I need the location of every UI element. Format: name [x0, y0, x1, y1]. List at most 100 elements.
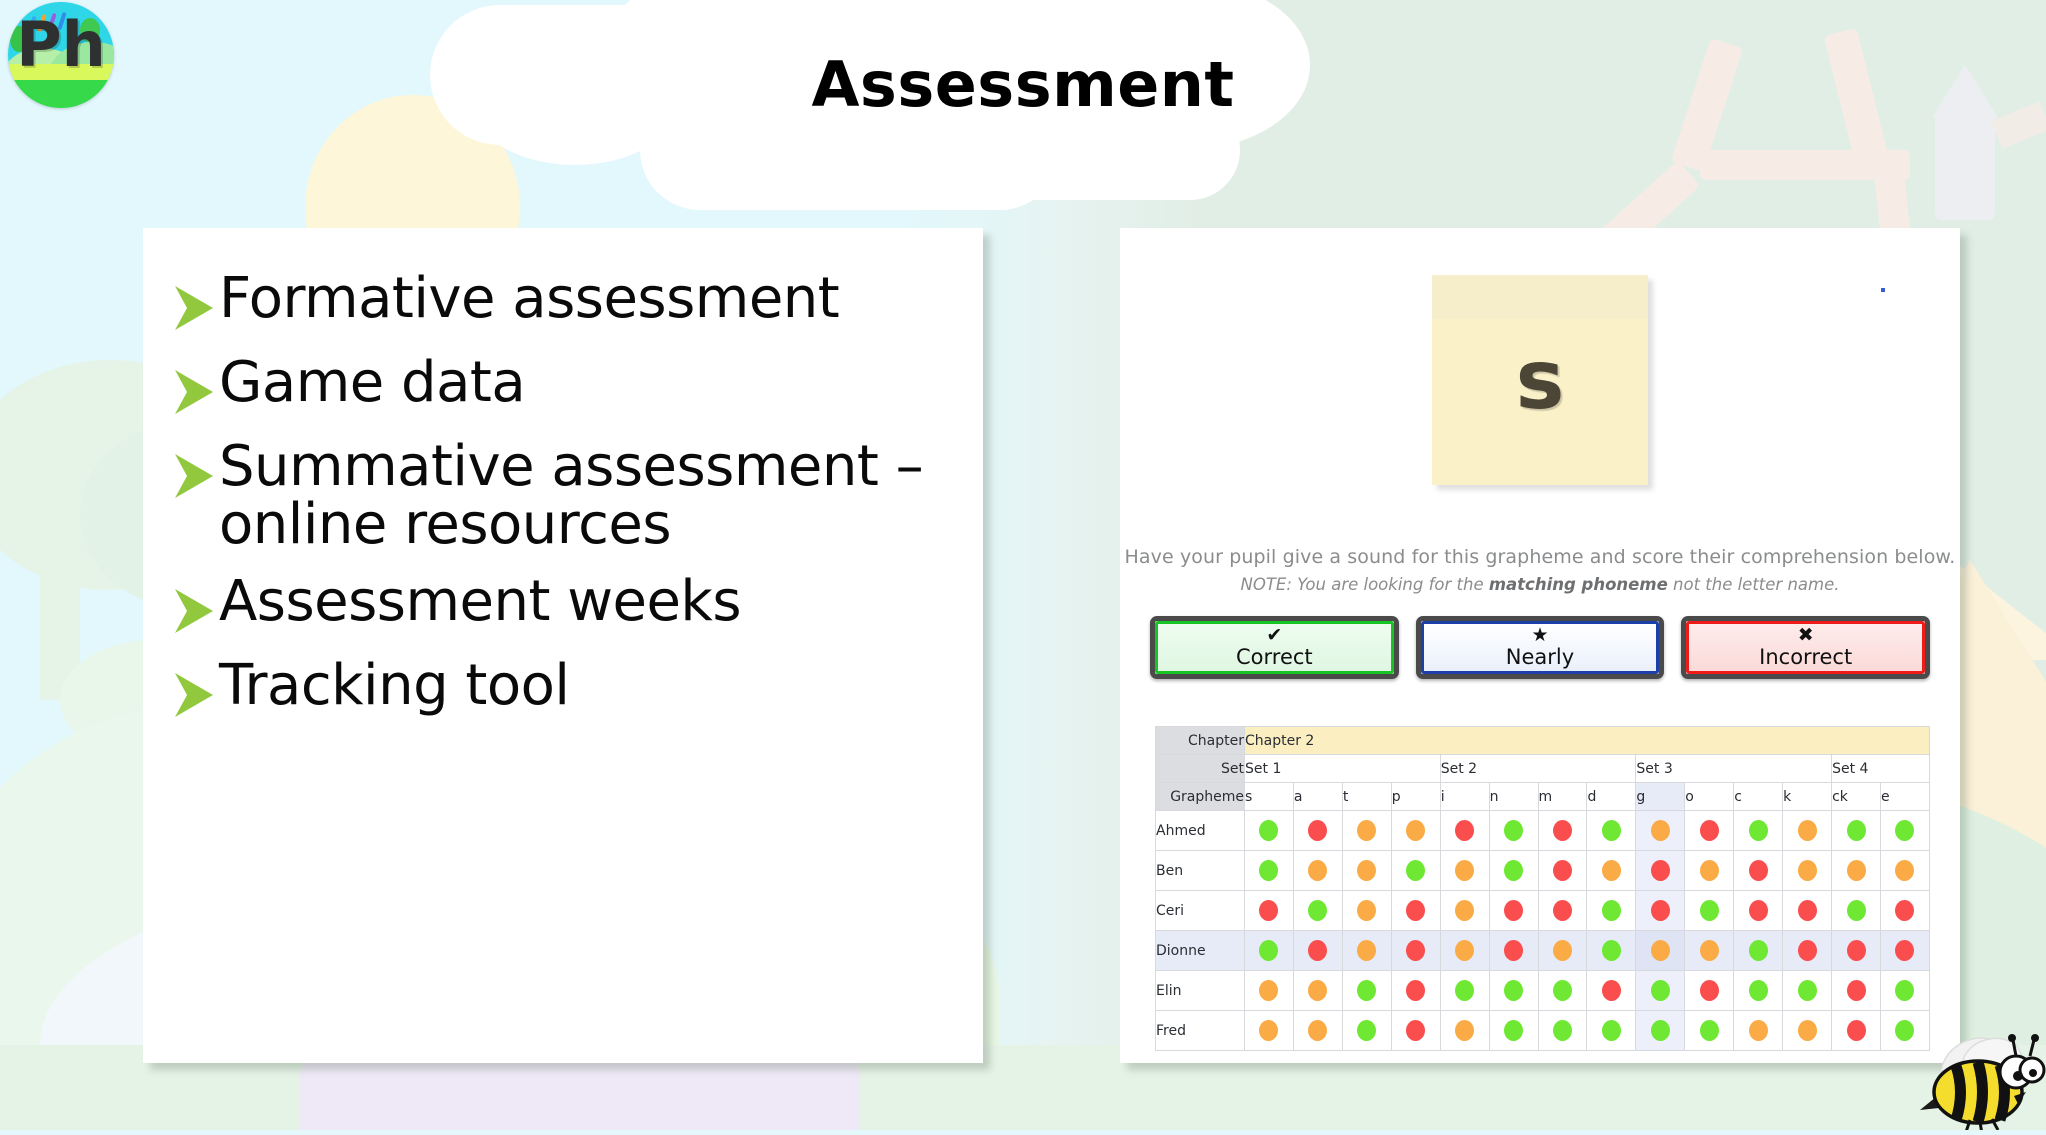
score-cell[interactable]	[1244, 930, 1294, 971]
table-row[interactable]: Dionne	[1155, 930, 1931, 971]
score-cell[interactable]	[1439, 930, 1490, 971]
score-cell[interactable]	[1292, 810, 1343, 851]
score-cell[interactable]	[1244, 1010, 1294, 1051]
score-cell[interactable]	[1390, 850, 1441, 891]
score-cell[interactable]	[1341, 1010, 1392, 1051]
grapheme-header[interactable]: n	[1488, 782, 1539, 811]
score-cell[interactable]	[1586, 890, 1637, 931]
score-cell[interactable]	[1537, 970, 1588, 1011]
table-row[interactable]: Elin	[1155, 970, 1931, 1011]
score-cell[interactable]	[1244, 810, 1294, 851]
score-cell[interactable]	[1733, 850, 1784, 891]
score-cell[interactable]	[1244, 850, 1294, 891]
score-cell[interactable]	[1782, 970, 1833, 1011]
score-cell[interactable]	[1488, 930, 1539, 971]
score-cell[interactable]	[1684, 890, 1735, 931]
score-cell[interactable]	[1684, 970, 1735, 1011]
score-cell[interactable]	[1782, 1010, 1833, 1051]
score-cell[interactable]	[1292, 1010, 1343, 1051]
score-button-nearly[interactable]: ★ Nearly	[1415, 616, 1665, 679]
score-cell[interactable]	[1537, 890, 1588, 931]
score-cell[interactable]	[1439, 810, 1490, 851]
score-cell[interactable]	[1439, 850, 1490, 891]
score-cell[interactable]	[1390, 970, 1441, 1011]
grapheme-header[interactable]: o	[1684, 782, 1735, 811]
grapheme-header[interactable]: c	[1733, 782, 1784, 811]
score-cell[interactable]	[1879, 930, 1931, 971]
score-cell[interactable]	[1684, 850, 1735, 891]
score-cell[interactable]	[1537, 810, 1588, 851]
grapheme-header[interactable]: d	[1586, 782, 1637, 811]
score-cell[interactable]	[1390, 930, 1441, 971]
score-cell[interactable]	[1488, 850, 1539, 891]
table-row[interactable]: Ahmed	[1155, 810, 1931, 851]
score-cell[interactable]	[1733, 930, 1784, 971]
score-cell[interactable]	[1488, 810, 1539, 851]
score-cell[interactable]	[1390, 1010, 1441, 1051]
score-cell[interactable]	[1586, 1010, 1637, 1051]
score-cell[interactable]	[1586, 970, 1637, 1011]
table-row[interactable]: Fred	[1155, 1010, 1931, 1051]
score-cell[interactable]	[1831, 890, 1881, 931]
score-cell[interactable]	[1879, 850, 1931, 891]
score-cell[interactable]	[1586, 850, 1637, 891]
score-cell[interactable]	[1635, 930, 1686, 971]
score-cell[interactable]	[1292, 930, 1343, 971]
score-button-correct[interactable]: ✔ Correct	[1150, 616, 1399, 679]
score-cell[interactable]	[1782, 890, 1833, 931]
score-cell[interactable]	[1782, 850, 1833, 891]
score-cell[interactable]	[1684, 930, 1735, 971]
score-cell[interactable]	[1341, 810, 1392, 851]
grapheme-header[interactable]: p	[1390, 782, 1441, 811]
score-cell[interactable]	[1879, 890, 1931, 931]
grapheme-header[interactable]: e	[1879, 782, 1931, 811]
score-cell[interactable]	[1831, 930, 1881, 971]
score-cell[interactable]	[1879, 810, 1931, 851]
score-cell[interactable]	[1684, 810, 1735, 851]
score-cell[interactable]	[1292, 970, 1343, 1011]
score-cell[interactable]	[1390, 810, 1441, 851]
score-cell[interactable]	[1439, 970, 1490, 1011]
score-cell[interactable]	[1733, 1010, 1784, 1051]
grapheme-header[interactable]: k	[1782, 782, 1833, 811]
score-cell[interactable]	[1635, 1010, 1686, 1051]
table-row[interactable]: Ceri	[1155, 890, 1931, 931]
grapheme-header[interactable]: a	[1292, 782, 1343, 811]
score-cell[interactable]	[1635, 810, 1686, 851]
score-cell[interactable]	[1439, 1010, 1490, 1051]
score-cell[interactable]	[1488, 970, 1539, 1011]
grapheme-header[interactable]: g	[1635, 782, 1686, 811]
score-cell[interactable]	[1390, 890, 1441, 931]
score-cell[interactable]	[1635, 850, 1686, 891]
score-cell[interactable]	[1537, 1010, 1588, 1051]
score-button-incorrect[interactable]: ✖ Incorrect	[1681, 616, 1931, 679]
score-cell[interactable]	[1782, 810, 1833, 851]
score-cell[interactable]	[1439, 890, 1490, 931]
score-cell[interactable]	[1733, 810, 1784, 851]
score-cell[interactable]	[1341, 930, 1392, 971]
score-cell[interactable]	[1684, 1010, 1735, 1051]
score-cell[interactable]	[1733, 970, 1784, 1011]
grapheme-header[interactable]: m	[1537, 782, 1588, 811]
score-cell[interactable]	[1537, 850, 1588, 891]
score-cell[interactable]	[1635, 890, 1686, 931]
score-cell[interactable]	[1244, 970, 1294, 1011]
score-cell[interactable]	[1831, 850, 1881, 891]
grapheme-header[interactable]: s	[1244, 782, 1294, 811]
score-cell[interactable]	[1488, 1010, 1539, 1051]
score-cell[interactable]	[1292, 850, 1343, 891]
score-cell[interactable]	[1341, 970, 1392, 1011]
score-cell[interactable]	[1586, 810, 1637, 851]
grapheme-header[interactable]: ck	[1831, 782, 1881, 811]
score-cell[interactable]	[1341, 850, 1392, 891]
score-cell[interactable]	[1292, 890, 1343, 931]
score-cell[interactable]	[1488, 890, 1539, 931]
score-cell[interactable]	[1733, 890, 1784, 931]
score-cell[interactable]	[1782, 930, 1833, 971]
score-cell[interactable]	[1586, 930, 1637, 971]
score-cell[interactable]	[1879, 970, 1931, 1011]
grapheme-header[interactable]: i	[1439, 782, 1490, 811]
score-cell[interactable]	[1831, 810, 1881, 851]
score-cell[interactable]	[1635, 970, 1686, 1011]
table-row[interactable]: Ben	[1155, 850, 1931, 891]
